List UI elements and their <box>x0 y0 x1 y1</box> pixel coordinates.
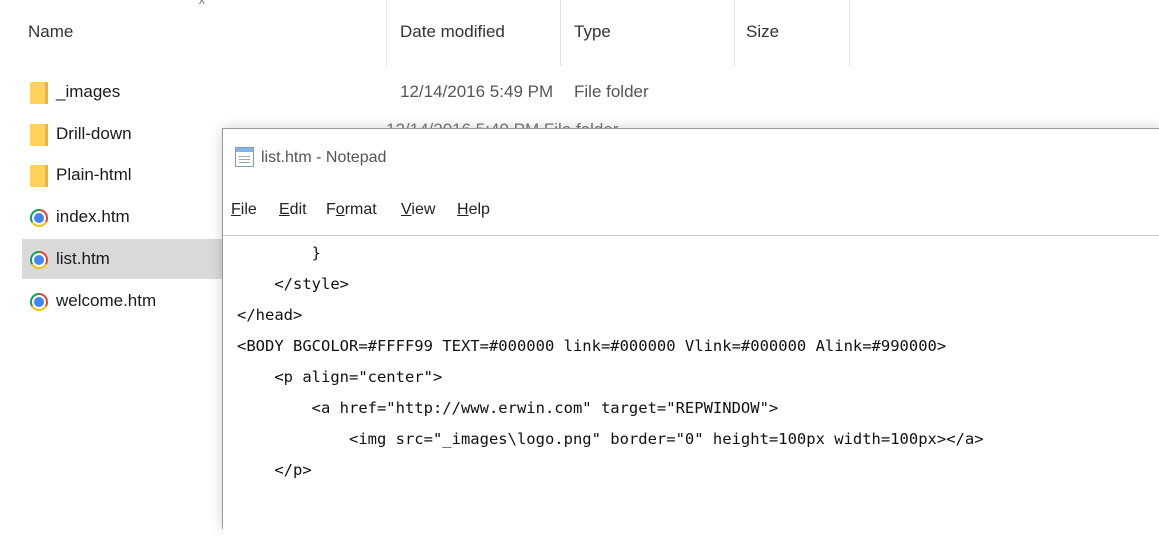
chrome-icon <box>30 209 48 227</box>
menu-file[interactable]: File <box>231 201 257 219</box>
notepad-icon <box>235 147 254 167</box>
column-divider[interactable] <box>386 0 387 66</box>
code-line: </p> <box>237 461 312 479</box>
list-item-index-htm[interactable]: index.htm <box>22 197 222 237</box>
list-item-list-htm[interactable]: list.htm <box>22 239 222 279</box>
column-name[interactable]: Name <box>28 22 73 42</box>
date-modified-value: 12/14/2016 5:49 PM <box>400 82 554 101</box>
code-line: <BODY BGCOLOR=#FFFF99 TEXT=#000000 link=… <box>237 337 947 355</box>
code-line: </style> <box>237 275 349 293</box>
text-editor-area[interactable]: } </style> </head> <BODY BGCOLOR=#FFFF99… <box>223 235 1159 536</box>
list-item-welcome-htm[interactable]: welcome.htm <box>22 281 222 321</box>
menu-help[interactable]: Help <box>457 201 490 219</box>
type-value: File folder <box>574 82 649 101</box>
chrome-icon <box>30 293 48 311</box>
file-name: Drill-down <box>56 124 132 143</box>
menu-bar: File Edit Format View Help <box>223 187 1159 235</box>
code-line: <img src="_images\logo.png" border="0" h… <box>237 430 984 448</box>
code-line: } <box>237 244 321 262</box>
column-type[interactable]: Type <box>574 22 611 42</box>
folder-icon <box>30 165 48 187</box>
column-size[interactable]: Size <box>746 22 779 42</box>
notepad-title-bar[interactable]: list.htm - Notepad <box>223 129 1159 187</box>
column-header-bar: ^ Name Date modified Type Size <box>0 0 850 66</box>
code-line: <p align="center"> <box>237 368 443 386</box>
code-line: <a href="http://www.erwin.com" target="R… <box>237 399 779 417</box>
window-title: list.htm - Notepad <box>261 149 387 166</box>
sort-indicator-icon: ^ <box>199 0 205 11</box>
file-name: index.htm <box>56 207 130 226</box>
column-divider[interactable] <box>560 0 561 66</box>
column-divider[interactable] <box>734 0 735 66</box>
file-name: welcome.htm <box>56 291 157 310</box>
folder-icon <box>30 82 48 104</box>
menu-format[interactable]: Format <box>326 201 377 219</box>
file-name: _images <box>56 82 121 101</box>
list-item-images-folder[interactable]: _images <box>22 72 222 112</box>
menu-view[interactable]: View <box>401 201 435 219</box>
notepad-window: list.htm - Notepad File Edit Format View… <box>222 128 1159 536</box>
menu-edit[interactable]: Edit <box>279 201 307 219</box>
folder-icon <box>30 124 48 146</box>
column-date-modified[interactable]: Date modified <box>400 22 505 42</box>
list-item-plain-html-folder[interactable]: Plain-html <box>22 155 222 195</box>
file-name: Plain-html <box>56 165 132 184</box>
file-name: list.htm <box>56 249 110 268</box>
chrome-icon <box>30 251 48 269</box>
code-line: </head> <box>237 306 303 324</box>
column-divider[interactable] <box>849 0 850 66</box>
list-item-drill-down-folder[interactable]: Drill-down <box>22 114 222 154</box>
